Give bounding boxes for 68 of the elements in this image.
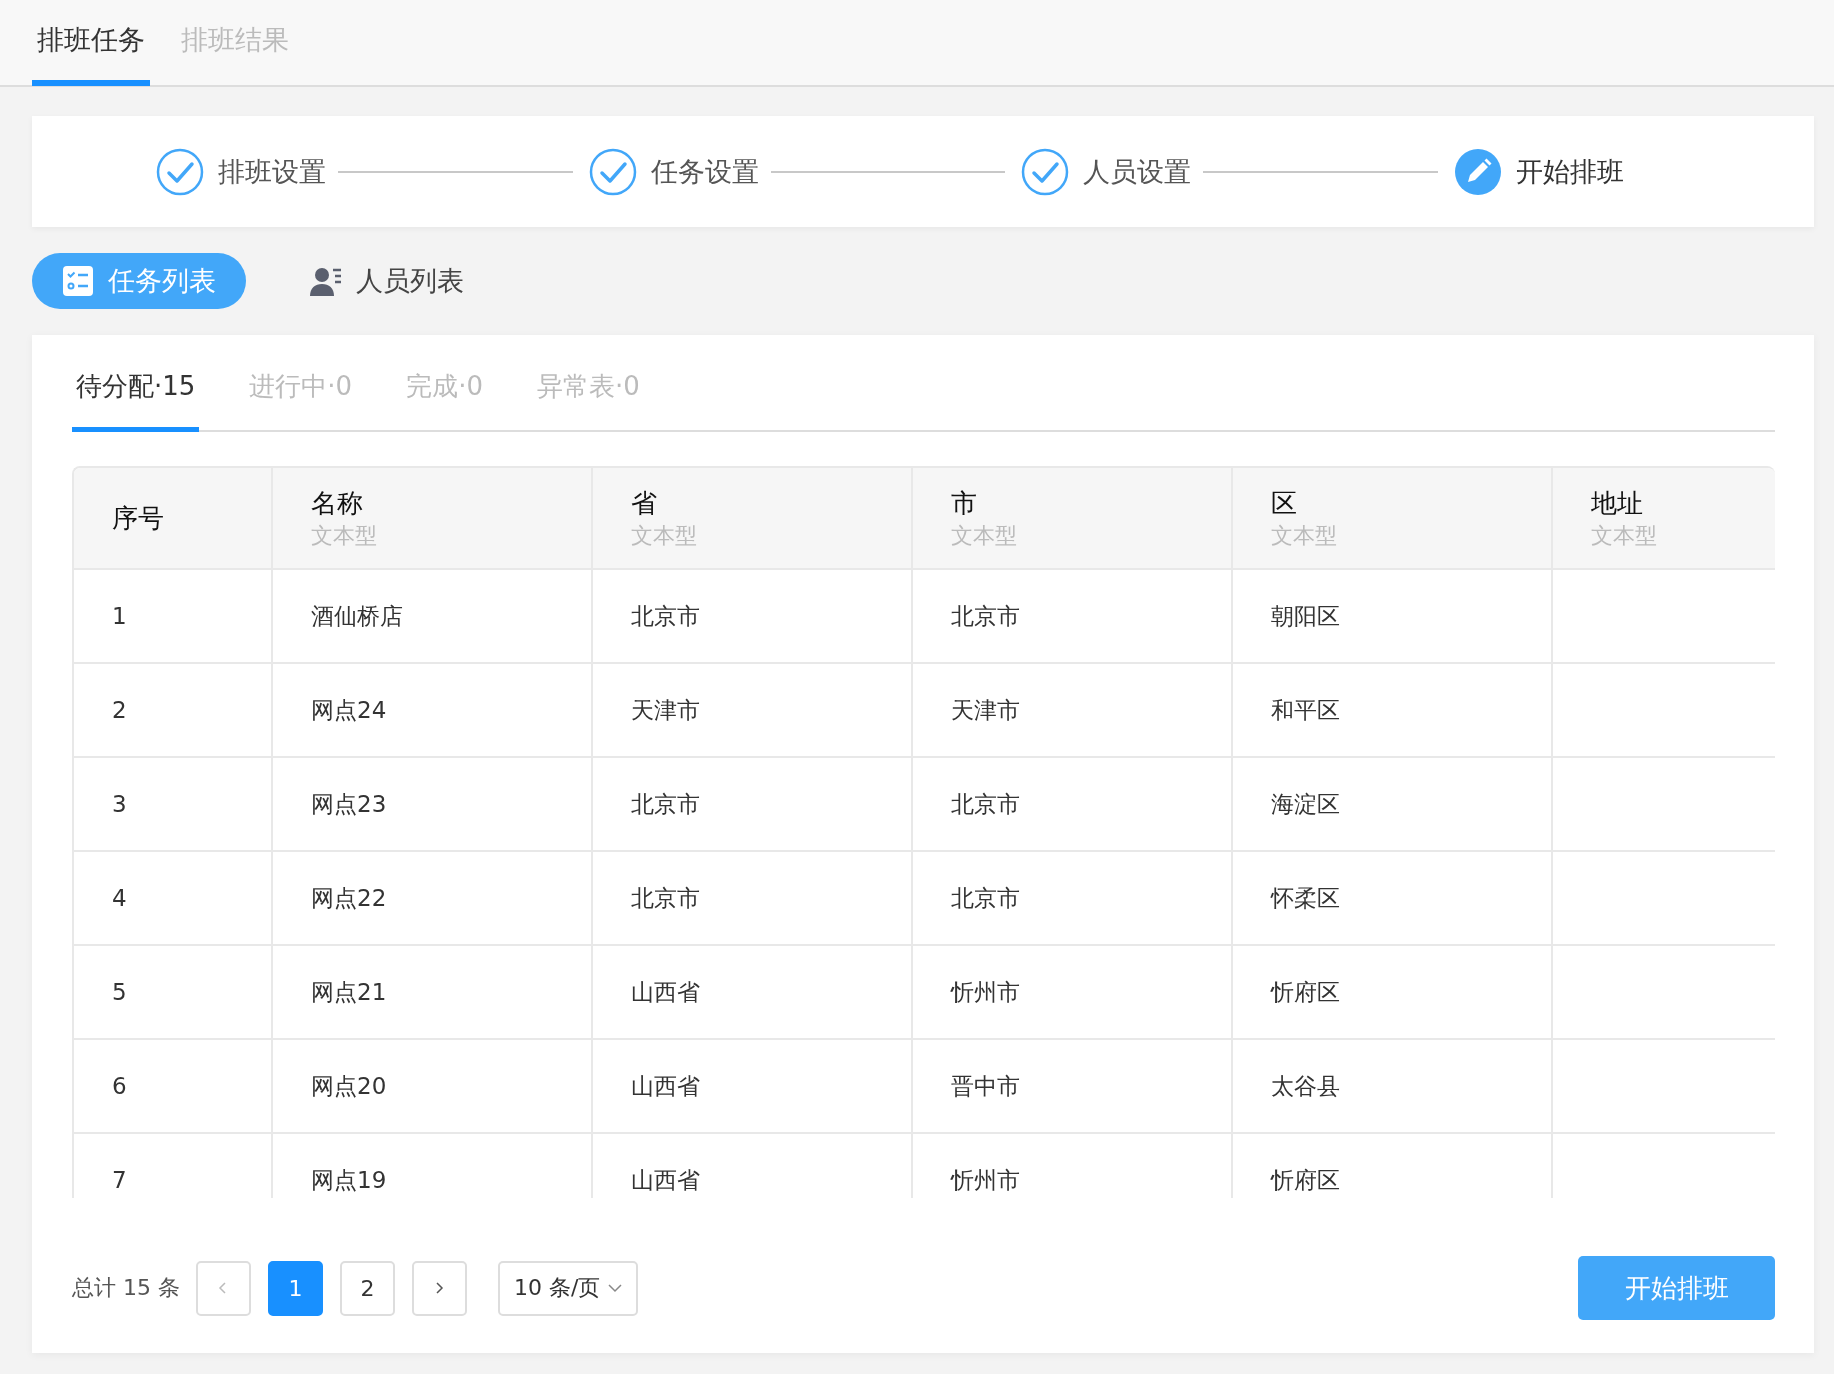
table-cell-text: 北京市 — [951, 789, 1021, 819]
total-count: 总计 15 条 — [72, 1274, 180, 1302]
table-cell-text: 3 — [112, 791, 128, 817]
table-cell-text: 北京市 — [951, 601, 1021, 631]
table-cell-text: 1 — [112, 603, 128, 629]
tab[interactable]: 排班结果 — [176, 0, 294, 86]
table-cell-text: 忻州市 — [951, 1165, 1021, 1195]
tab[interactable]: 完成·0 — [402, 335, 487, 432]
page-button[interactable]: 1 — [268, 1260, 323, 1316]
table-cell-text: 北京市 — [631, 789, 701, 819]
table-cell-text: 网点21 — [311, 977, 388, 1007]
table-cell-text: 朝阳区 — [1271, 601, 1341, 631]
column-type-label: 文本型 — [951, 521, 1018, 550]
page-size-dropdown[interactable]: 10 条/页 — [498, 1260, 639, 1316]
table-cell-text: 北京市 — [951, 883, 1021, 913]
table-cell-text: 网点19 — [311, 1165, 388, 1195]
table-cell-text: 忻州市 — [951, 977, 1021, 1007]
table-cell-text: 山西省 — [631, 977, 701, 1007]
table-cell-text: 酒仙桥店 — [311, 601, 404, 631]
table-cell-text: 网点22 — [311, 883, 388, 913]
table-cell-text: 4 — [112, 885, 128, 911]
table-cell-text: 怀柔区 — [1271, 883, 1341, 913]
table-cell-text: 7 — [112, 1167, 128, 1193]
next-page-button[interactable] — [412, 1260, 467, 1316]
table-cell-text: 天津市 — [951, 695, 1021, 725]
tab[interactable]: 待分配·15 — [72, 335, 200, 432]
start-scheduling-button[interactable]: 开始排班 — [1578, 1256, 1775, 1320]
tab[interactable]: 进行中·0 — [245, 335, 357, 432]
previous-page-button[interactable] — [196, 1260, 251, 1316]
checklist-icon — [62, 265, 94, 297]
column-header: 序号 — [112, 501, 165, 535]
column-header: 区 — [1271, 486, 1298, 520]
column-type-label: 文本型 — [1271, 521, 1338, 550]
table-cell-text: 网点24 — [311, 695, 388, 725]
page-button[interactable]: 2 — [340, 1260, 395, 1316]
column-type-label: 文本型 — [1591, 521, 1658, 550]
table-cell-text: 山西省 — [631, 1071, 701, 1101]
view-toggle-button[interactable]: 任务列表 — [32, 253, 246, 309]
table-cell-text: 5 — [112, 979, 128, 1005]
column-type-label: 文本型 — [631, 521, 698, 550]
table-cell-text: 山西省 — [631, 1165, 701, 1195]
table-cell-text: 和平区 — [1271, 695, 1341, 725]
table-cell-text: 6 — [112, 1073, 128, 1099]
table-cell-text: 海淀区 — [1271, 789, 1341, 819]
tab[interactable]: 排班任务 — [32, 0, 150, 86]
table-cell-text: 忻府区 — [1271, 1165, 1341, 1195]
table-cell-text: 忻府区 — [1271, 977, 1341, 1007]
step-label: 排班设置 — [218, 154, 326, 189]
step-label: 任务设置 — [650, 154, 759, 189]
tab[interactable]: 异常表·0 — [533, 335, 644, 432]
table-cell-text: 天津市 — [631, 695, 701, 725]
table-cell-text: 北京市 — [631, 601, 701, 631]
table-cell-text: 晋中市 — [951, 1071, 1021, 1101]
step-label: 开始排班 — [1516, 154, 1624, 189]
column-header: 市 — [951, 486, 978, 520]
column-header: 地址 — [1591, 486, 1644, 520]
table-cell-text: 北京市 — [631, 883, 701, 913]
column-type-label: 文本型 — [311, 521, 378, 550]
column-header: 省 — [631, 486, 658, 520]
table-cell-text: 太谷县 — [1271, 1071, 1341, 1101]
view-toggle-button[interactable]: 人员列表 — [280, 253, 494, 309]
column-header: 名称 — [311, 486, 364, 520]
step-label: 人员设置 — [1083, 154, 1192, 189]
table-cell-text: 2 — [112, 697, 128, 723]
person-list-icon — [310, 265, 342, 297]
table-cell-text: 网点20 — [311, 1071, 388, 1101]
caret-down-icon — [608, 1283, 623, 1293]
table-cell-text: 网点23 — [311, 789, 388, 819]
